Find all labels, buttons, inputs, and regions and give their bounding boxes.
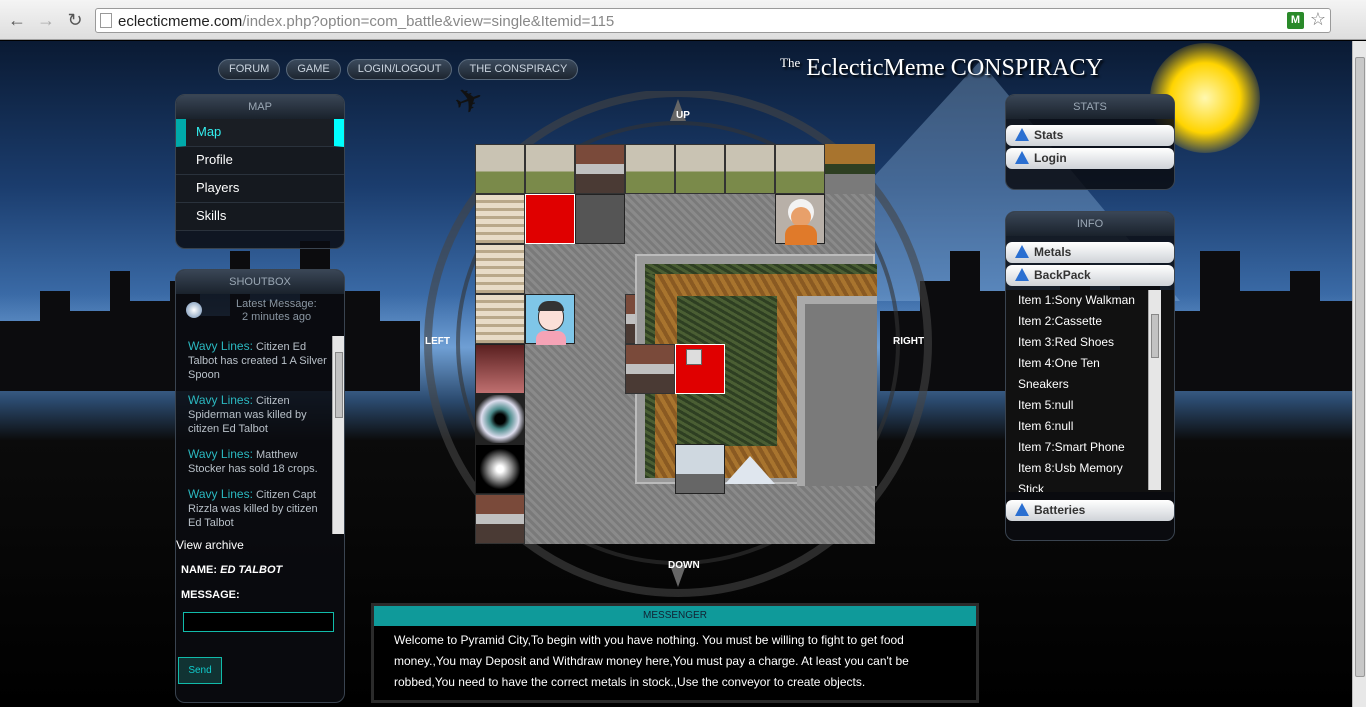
map-tile-tent[interactable] [725, 444, 775, 494]
back-icon[interactable]: ← [6, 9, 28, 31]
map-tile-player[interactable] [525, 194, 575, 244]
address-bar[interactable]: eclecticmeme.com/index.php?option=com_ba… [95, 8, 1331, 33]
move-down-button[interactable]: DOWN [668, 560, 700, 571]
move-up-button[interactable]: UP [676, 110, 690, 121]
info-accordion-backpack[interactable]: BackPack [1006, 265, 1174, 286]
map-tile-building[interactable] [525, 144, 575, 194]
game-map [475, 144, 877, 544]
triangle-icon [1015, 268, 1029, 281]
map-menu-skills[interactable]: Skills [176, 203, 344, 231]
map-tile-shop[interactable] [475, 494, 525, 544]
refresh-icon[interactable] [186, 302, 202, 318]
shout-list[interactable]: Wavy Lines: Citizen Ed Talbot has create… [176, 336, 344, 534]
eye-icon[interactable] [475, 394, 525, 444]
site-background: ✈ FORUM GAME LOGIN/LOGOUT THE CONSPIRACY… [0, 41, 1352, 707]
page-icon [100, 13, 112, 28]
menu-conspiracy[interactable]: THE CONSPIRACY [458, 59, 579, 80]
map-tile-npc[interactable] [575, 194, 625, 244]
message-label: MESSAGE: [181, 589, 240, 601]
map-tile-building[interactable] [725, 144, 775, 194]
npc-avatar-icon[interactable] [775, 194, 825, 245]
site-logo[interactable]: The EclecticMeme CONSPIRACY [780, 55, 1103, 82]
shout-scrollbar[interactable] [332, 336, 344, 534]
shoutbox-title: SHOUTBOX [176, 270, 344, 294]
stats-accordion-login[interactable]: Login [1006, 148, 1174, 169]
forward-icon[interactable]: → [35, 9, 57, 31]
move-left-button[interactable]: LEFT [425, 336, 450, 347]
menu-game[interactable]: GAME [286, 59, 341, 80]
reload-icon[interactable]: ↻ [64, 9, 86, 31]
message-input[interactable] [183, 612, 334, 632]
page-scrollbar[interactable] [1352, 41, 1366, 707]
browser-toolbar: ← → ↻ eclecticmeme.com/index.php?option=… [0, 0, 1366, 40]
map-tile-player[interactable] [675, 344, 725, 394]
map-tile-shop[interactable] [575, 144, 625, 194]
menu-forum[interactable]: FORUM [218, 59, 281, 80]
player-avatar-icon[interactable] [525, 294, 575, 345]
map-tile-apartment[interactable] [475, 194, 525, 244]
shout-entry: Wavy Lines: Citizen Spiderman was killed… [188, 393, 307, 435]
info-accordion-metals[interactable]: Metals [1006, 242, 1174, 263]
messenger-title: MESSENGER [374, 606, 976, 626]
messenger-panel: MESSENGER Welcome to Pyramid City,To beg… [371, 603, 979, 703]
triangle-icon [1015, 151, 1029, 164]
map-menu-map[interactable]: Map [176, 119, 344, 147]
map-panel: MAP Map Profile Players Skills [175, 94, 345, 249]
extension-icon[interactable]: M [1287, 12, 1304, 29]
messenger-text: Welcome to Pyramid City,To begin with yo… [394, 633, 909, 689]
map-tile-portal[interactable] [475, 444, 525, 494]
stats-title: STATS [1006, 95, 1174, 119]
name-row: NAME: ED TALBOT [181, 564, 283, 576]
backpack-scrollbar[interactable] [1148, 290, 1161, 490]
url-text: eclecticmeme.com/index.php?option=com_ba… [118, 13, 615, 30]
map-tile-shop[interactable] [625, 344, 675, 394]
map-tile-building[interactable] [625, 144, 675, 194]
map-menu-profile[interactable]: Profile [176, 147, 344, 175]
shout-entry: Wavy Lines: Matthew Stocker has sold 18 … [188, 447, 318, 475]
top-menu: FORUM GAME LOGIN/LOGOUT THE CONSPIRACY [218, 59, 579, 80]
move-right-button[interactable]: RIGHT [893, 336, 924, 347]
map-menu-players[interactable]: Players [176, 175, 344, 203]
triangle-icon [1015, 245, 1029, 258]
map-tile-building[interactable] [475, 144, 525, 194]
view-archive-link[interactable]: View archive [176, 538, 244, 552]
map-tile-apartment[interactable] [475, 294, 525, 344]
stats-accordion-stats[interactable]: Stats [1006, 125, 1174, 146]
info-title: INFO [1006, 212, 1174, 236]
send-button[interactable]: Send [178, 657, 222, 684]
menu-login-logout[interactable]: LOGIN/LOGOUT [346, 59, 453, 80]
map-panel-title: MAP [176, 95, 344, 119]
bookmark-star-icon[interactable]: ☆ [1310, 9, 1326, 30]
info-panel: INFO Metals BackPack Item 1:Sony Walkman… [1005, 211, 1175, 541]
map-tile-office[interactable] [675, 444, 725, 494]
shoutbox-panel: SHOUTBOX Latest Message: 2 minutes ago W… [175, 269, 345, 703]
latest-message: Latest Message: 2 minutes ago [176, 294, 344, 328]
map-tile-path[interactable] [825, 144, 875, 194]
shout-entry: Wavy Lines: Citizen Capt Rizzla was kill… [188, 487, 318, 529]
triangle-icon [1015, 128, 1029, 141]
map-tile-building[interactable] [775, 144, 825, 194]
info-accordion-batteries[interactable]: Batteries [1006, 500, 1174, 521]
map-tile-building[interactable] [675, 144, 725, 194]
map-tile-restaurant[interactable] [475, 344, 525, 394]
stats-panel: STATS Stats Login [1005, 94, 1175, 190]
triangle-icon [1015, 503, 1029, 516]
broken-image-icon [686, 349, 702, 365]
map-tile-apartment[interactable] [475, 244, 525, 294]
shout-entry: Wavy Lines: Citizen Ed Talbot has create… [188, 339, 327, 381]
